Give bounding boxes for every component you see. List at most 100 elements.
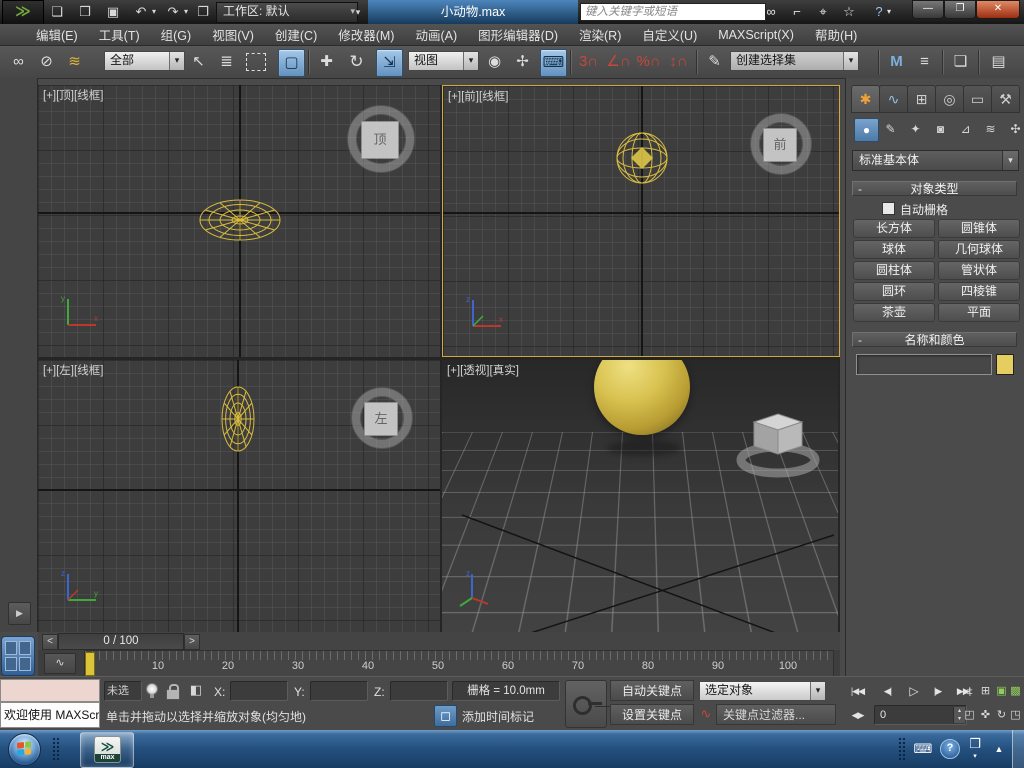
time-slider-value[interactable]: 0 / 100 bbox=[58, 633, 184, 650]
workspace-switch-icon[interactable]: ❐ bbox=[192, 1, 214, 23]
reference-coordinate-dropdown[interactable]: 视图 ▾ bbox=[408, 51, 479, 71]
spinner-snap-icon[interactable]: ↕∩ bbox=[666, 49, 691, 75]
search-input[interactable] bbox=[580, 3, 766, 21]
isolate-selection-toggle-icon[interactable]: ◻ bbox=[434, 705, 457, 727]
maxscript-mini-listener-input[interactable] bbox=[0, 679, 100, 702]
zoom-extents-icon[interactable]: ▣ bbox=[994, 681, 1009, 701]
add-time-tag[interactable]: 添加时间标记 bbox=[462, 708, 534, 725]
select-and-link-icon[interactable]: ∞ bbox=[6, 49, 31, 75]
category-lights-icon[interactable]: ✦ bbox=[904, 118, 927, 140]
bind-to-space-warp-icon[interactable]: ≋ bbox=[62, 49, 87, 75]
previous-frame-icon[interactable]: ◀| bbox=[874, 681, 901, 701]
orbit-icon[interactable]: ↻ bbox=[994, 705, 1009, 725]
primitive-button-teapot[interactable]: 茶壶 bbox=[853, 303, 935, 322]
maximize-viewport-toggle-icon[interactable]: ◳ bbox=[1008, 705, 1023, 725]
menu-graph-editors[interactable]: 图形编辑器(D) bbox=[478, 25, 558, 44]
viewport-front[interactable]: 前 z x [+][前][线框] bbox=[442, 85, 840, 357]
primitive-button-cylinder[interactable]: 圆柱体 bbox=[853, 261, 935, 280]
next-frame-arrow[interactable]: > bbox=[184, 634, 200, 650]
maxscript-listener-output[interactable]: 欢迎使用 MAXScr bbox=[0, 702, 100, 728]
keyboard-shortcut-override-icon[interactable]: ⌨ bbox=[540, 49, 567, 77]
viewport-label[interactable]: [+][前][线框] bbox=[448, 88, 508, 104]
primitive-button-cone[interactable]: 圆锥体 bbox=[938, 219, 1020, 238]
close-button[interactable]: ✕ bbox=[976, 0, 1020, 19]
undo-dropdown-icon[interactable]: ▾ bbox=[149, 1, 159, 23]
autogrid-checkbox[interactable] bbox=[882, 202, 895, 215]
save-file-icon[interactable]: ▣ bbox=[102, 1, 124, 23]
viewport-layout-tabs-button[interactable] bbox=[1, 636, 35, 676]
select-object-icon[interactable]: ↖ bbox=[186, 49, 211, 75]
primitive-button-torus[interactable]: 圆环 bbox=[853, 282, 935, 301]
z-coordinate-field[interactable] bbox=[390, 681, 448, 701]
viewcube-face[interactable]: 左 bbox=[364, 402, 398, 436]
category-cameras-icon[interactable]: ◙ bbox=[929, 118, 952, 140]
menu-rendering[interactable]: 渲染(R) bbox=[579, 25, 621, 44]
use-pivot-center-icon[interactable]: ◉ bbox=[482, 49, 507, 75]
input-method-keyboard-icon[interactable]: ⌨ bbox=[912, 738, 934, 760]
isolate-selection-bulb-icon[interactable] bbox=[146, 683, 158, 698]
tab-hierarchy[interactable]: ⊞ bbox=[907, 85, 936, 113]
select-and-manipulate-icon[interactable]: ✢ bbox=[510, 49, 535, 75]
tray-windows-dropdown-icon[interactable]: ▾ bbox=[964, 746, 986, 768]
favorites-star-icon[interactable]: ☆ bbox=[838, 1, 860, 23]
zoom-all-icon[interactable]: ⊞ bbox=[978, 681, 993, 701]
mini-curve-editor-button[interactable]: ∿ bbox=[44, 653, 76, 674]
tab-utilities[interactable]: ⚒ bbox=[991, 85, 1020, 113]
key-mode-toggle-icon[interactable]: ◀▶ bbox=[844, 705, 871, 725]
auto-key-button[interactable]: 自动关键点 bbox=[610, 680, 694, 701]
primitive-button-plane[interactable]: 平面 bbox=[938, 303, 1020, 322]
category-helpers-icon[interactable]: ⊿ bbox=[954, 118, 977, 140]
manage-layers-icon[interactable]: ❏ bbox=[948, 49, 973, 75]
unlink-selection-icon[interactable]: ⊘ bbox=[34, 49, 59, 75]
next-frame-icon[interactable]: |▶ bbox=[924, 681, 951, 701]
viewcube-face[interactable]: 顶 bbox=[361, 121, 399, 159]
angle-snap-icon[interactable]: ∠∩ bbox=[606, 49, 631, 75]
rollout-name-color[interactable]: - 名称和颜色 bbox=[852, 332, 1017, 347]
taskbar-3dsmax-button[interactable]: ≫ max bbox=[80, 732, 134, 768]
viewport-perspective[interactable]: z [+][透视][真实] bbox=[442, 360, 838, 632]
tab-create[interactable]: ✱ bbox=[851, 85, 880, 113]
mirror-icon[interactable]: M bbox=[884, 49, 909, 75]
x-coordinate-field[interactable] bbox=[230, 681, 288, 701]
y-coordinate-field[interactable] bbox=[310, 681, 368, 701]
align-icon[interactable]: ≡ bbox=[912, 49, 937, 75]
viewcube-3d[interactable] bbox=[732, 406, 824, 482]
workspace-dropdown[interactable]: 工作区: 默认 ▾ bbox=[216, 2, 358, 23]
menu-help[interactable]: 帮助(H) bbox=[815, 25, 857, 44]
toolbar-overflow-icon[interactable]: ▾ bbox=[352, 1, 364, 23]
zoom-extents-all-icon[interactable]: ▩ bbox=[1008, 681, 1023, 701]
object-name-field[interactable] bbox=[856, 354, 992, 375]
selection-set-dropdown[interactable]: 选定对象 ▾ bbox=[699, 681, 826, 701]
object-color-swatch[interactable] bbox=[996, 354, 1014, 375]
pan-hand-icon[interactable]: ✜ bbox=[978, 705, 993, 725]
new-file-icon[interactable]: ❏ bbox=[46, 1, 68, 23]
trackbar-ruler[interactable]: 0 10 20 30 40 50 60 70 80 90 100 bbox=[84, 650, 834, 678]
show-desktop-button[interactable] bbox=[1012, 730, 1024, 768]
wireframe-sphere-left[interactable] bbox=[216, 383, 260, 455]
previous-frame-arrow[interactable]: < bbox=[42, 634, 58, 650]
percent-snap-icon[interactable]: %∩ bbox=[636, 49, 661, 75]
menu-tools[interactable]: 工具(T) bbox=[99, 25, 140, 44]
zoom-icon[interactable]: ± bbox=[962, 681, 977, 701]
field-of-view-icon[interactable]: ◰ bbox=[962, 705, 977, 725]
key-filters-button[interactable]: 关键点过滤器... bbox=[716, 704, 836, 725]
time-slider-handle[interactable] bbox=[85, 652, 95, 676]
primitive-button-pyramid[interactable]: 四棱锥 bbox=[938, 282, 1020, 301]
select-and-move-icon[interactable]: ✚ bbox=[314, 49, 339, 75]
primitive-button-geosphere[interactable]: 几何球体 bbox=[938, 240, 1020, 259]
graph-editor-window-icon[interactable]: ▤ bbox=[986, 49, 1011, 75]
named-selection-dropdown[interactable]: 创建选择集 ▾ bbox=[730, 51, 859, 71]
menu-create[interactable]: 创建(C) bbox=[275, 25, 317, 44]
current-frame-field[interactable]: 0 ▴ ▾ bbox=[874, 705, 967, 725]
viewport-label[interactable]: [+][左][线框] bbox=[43, 362, 103, 378]
primitive-category-dropdown[interactable]: 标准基本体 ▾ bbox=[852, 150, 1019, 171]
tab-modify[interactable]: ∿ bbox=[879, 85, 908, 113]
key-login-icon[interactable]: ⌐ bbox=[786, 1, 808, 23]
restore-button[interactable]: ❐ bbox=[944, 0, 976, 19]
menu-group[interactable]: 组(G) bbox=[161, 25, 192, 44]
help-dropdown-icon[interactable]: ▾ bbox=[884, 1, 894, 23]
redo-dropdown-icon[interactable]: ▾ bbox=[181, 1, 191, 23]
menu-maxscript[interactable]: MAXScript(X) bbox=[718, 28, 794, 42]
set-keys-button[interactable] bbox=[565, 680, 607, 728]
selection-filter-dropdown[interactable]: 全部 ▾ bbox=[104, 51, 185, 71]
